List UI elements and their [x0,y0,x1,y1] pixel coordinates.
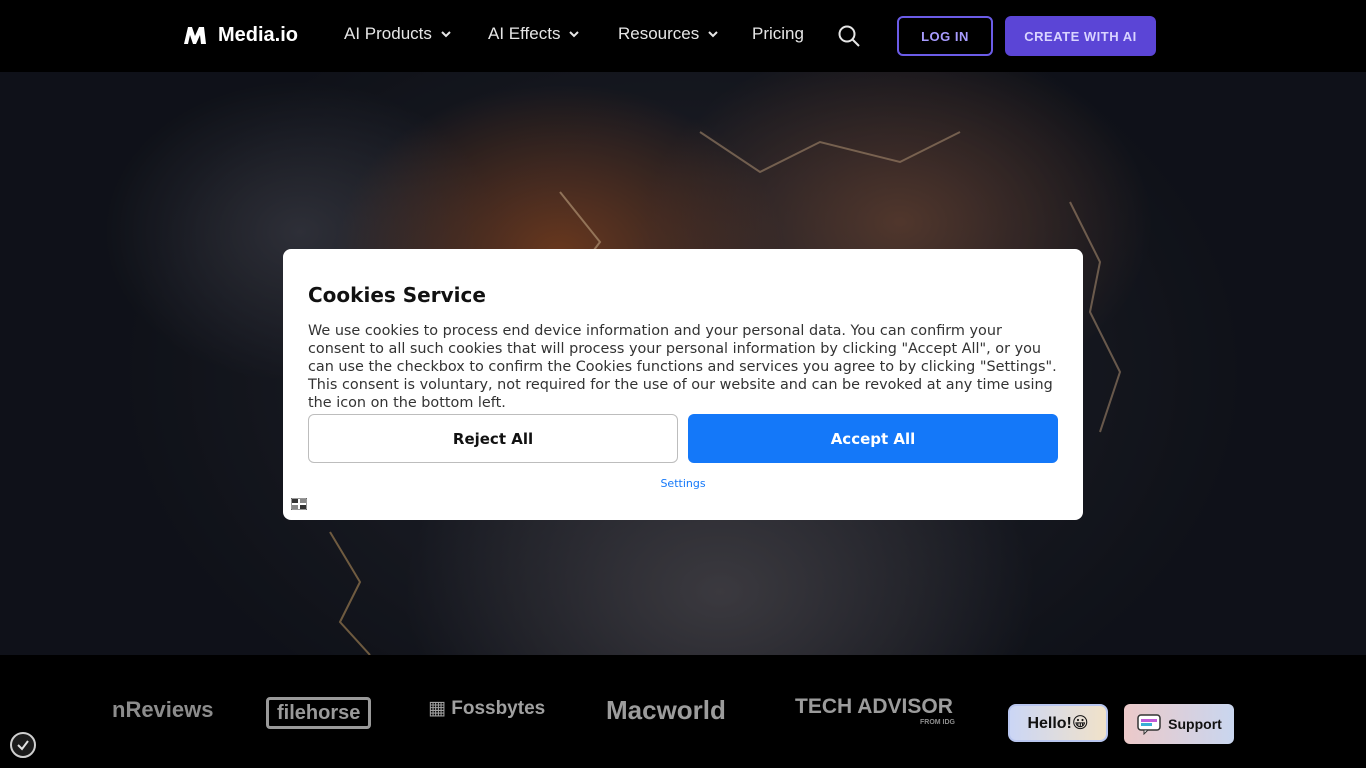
press-logo-fossbytes: ▦ Fossbytes [428,697,545,720]
hello-chat-bubble[interactable]: Hello!😀 [1008,704,1108,742]
accept-all-button[interactable]: Accept All [688,414,1058,463]
logo[interactable]: Media.io [182,22,298,48]
press-logo-filehorse: filehorse [266,697,372,729]
nav-ai-effects-label: AI Effects [488,24,561,43]
nav-resources[interactable]: Resources [618,24,719,44]
press-logo-fossbytes-text: Fossbytes [451,698,546,719]
chevron-down-icon [441,31,451,38]
nav-ai-products-label: AI Products [344,24,432,43]
dialog-body-text: We use cookies to process end device inf… [308,323,1057,411]
press-logo-reviews: nReviews [112,697,214,722]
create-with-ai-button[interactable]: CREATE WITH AI [1005,16,1156,56]
fossbytes-mark-icon: ▦ [428,698,452,719]
nav-pricing-label: Pricing [752,24,804,43]
nav-ai-effects[interactable]: AI Effects [488,24,580,44]
chat-support-icon [1137,714,1161,735]
press-logo-tech-advisor-sub: FROM IDG [920,719,955,726]
nav-ai-products[interactable]: AI Products [344,24,452,44]
language-flag-icon[interactable] [291,498,307,510]
search-icon[interactable] [837,24,861,48]
chevron-down-icon [708,31,718,38]
dialog-title: Cookies Service [308,283,486,307]
chevron-down-icon [569,31,580,38]
press-logo-macworld: Macworld [606,695,726,725]
login-button[interactable]: LOG IN [897,16,993,56]
nav-resources-label: Resources [618,24,700,43]
cookie-consent-icon[interactable] [10,732,36,758]
logo-text: Media.io [218,23,299,46]
shield-check-icon [17,740,29,751]
media-io-logo-icon [184,27,206,44]
support-label: Support [1168,716,1222,732]
reject-all-button[interactable]: Reject All [308,414,678,463]
nav-pricing[interactable]: Pricing [752,24,804,44]
press-logo-tech-advisor: TECH ADVISOR [795,695,953,718]
support-button[interactable]: Support [1124,704,1234,744]
top-navigation: Media.io AI Products AI Effects Resource… [0,0,1366,72]
settings-link[interactable]: Settings [283,477,1083,490]
cookie-consent-dialog: Cookies Service We use cookies to proces… [283,249,1083,520]
